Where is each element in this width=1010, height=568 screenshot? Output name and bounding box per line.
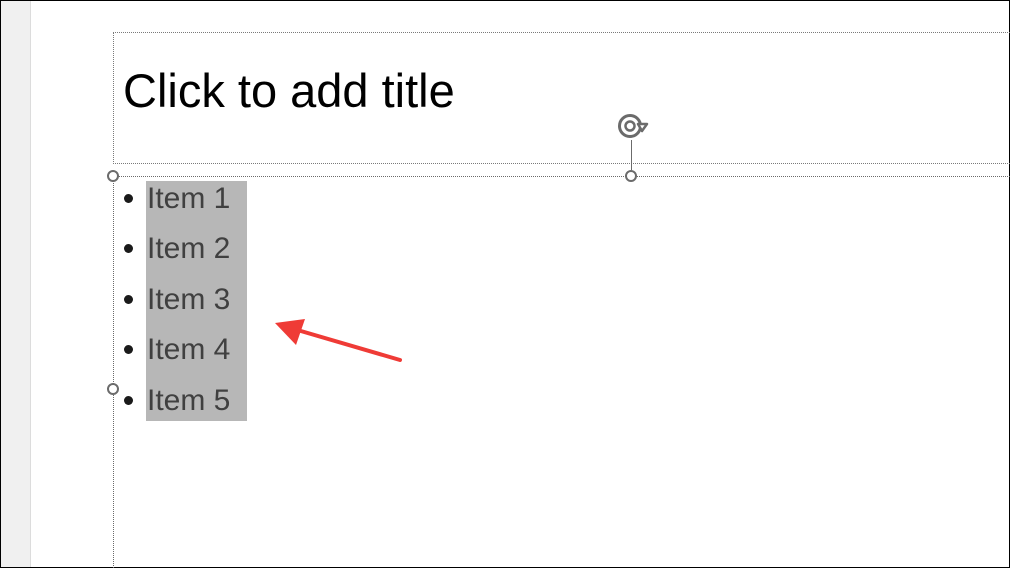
resize-handle-middle-left[interactable]: [107, 383, 119, 395]
list-item-text[interactable]: Item 4: [146, 332, 247, 383]
bullet-icon: [124, 244, 133, 254]
bullet-icon: [124, 345, 133, 355]
slide-panel-edge: [1, 1, 31, 567]
content-placeholder[interactable]: Item 1 Item 2 Item 3 Item 4 Item 5: [113, 176, 1010, 568]
list-item-text[interactable]: Item 5: [146, 382, 247, 421]
rotate-handle-stem: [631, 140, 632, 170]
list-item-text[interactable]: Item 2: [146, 231, 247, 282]
bullet-icon: [124, 395, 133, 405]
bullet-icon: [124, 194, 133, 203]
bullet-icon: [124, 294, 133, 304]
title-placeholder[interactable]: Click to add title: [113, 32, 1010, 164]
list-item-text[interactable]: Item 3: [146, 281, 247, 333]
resize-handle-top-middle[interactable]: [625, 170, 637, 182]
title-placeholder-text: Click to add title: [123, 64, 455, 117]
list-item-text[interactable]: Item 1: [146, 181, 247, 232]
arrow-icon: [275, 319, 402, 362]
resize-handle-top-left[interactable]: [107, 170, 119, 182]
rotate-icon[interactable]: [614, 109, 654, 143]
